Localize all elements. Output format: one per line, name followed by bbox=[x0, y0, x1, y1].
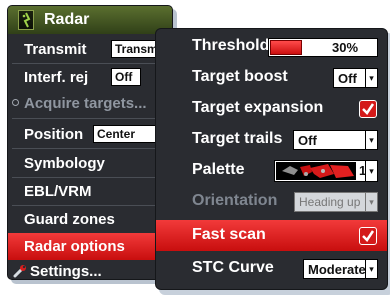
option-stc-curve[interactable]: STC Curve Moderate ▾ bbox=[156, 253, 387, 284]
menu-item-label: Acquire targets... bbox=[24, 95, 147, 112]
radar-menu: Radar Transmit Transm Interf. rej Off Ac… bbox=[7, 5, 173, 280]
stc-curve-value: Moderate bbox=[308, 262, 366, 277]
menu-item-interf-rej[interactable]: Interf. rej Off bbox=[8, 64, 172, 91]
dropdown-arrow-icon: ▾ bbox=[365, 193, 377, 211]
radio-circle-icon bbox=[12, 99, 19, 106]
orientation-value: Heading up bbox=[299, 195, 361, 209]
target-trails-dropdown[interactable]: Off ▾ bbox=[293, 130, 378, 150]
option-threshold[interactable]: Threshold 30% bbox=[156, 31, 387, 62]
threshold-slider-fill bbox=[270, 40, 303, 55]
orientation-label: Orientation bbox=[192, 192, 278, 209]
option-fast-scan[interactable]: Fast scan bbox=[156, 220, 387, 251]
menu-item-transmit[interactable]: Transmit Transm bbox=[8, 36, 172, 63]
dropdown-arrow-icon: ▾ bbox=[365, 131, 377, 149]
target-trails-label: Target trails bbox=[192, 130, 283, 147]
menu-item-label: Transmit bbox=[24, 41, 87, 58]
interf-rej-select[interactable]: Off bbox=[111, 68, 141, 86]
radar-options-panel: Threshold 30% Target boost Off ▾ Target … bbox=[155, 28, 388, 290]
fast-scan-label: Fast scan bbox=[192, 226, 266, 243]
menu-item-label: Position bbox=[24, 126, 84, 143]
menu-item-acquire-targets[interactable]: Acquire targets... bbox=[8, 90, 172, 117]
palette-swatch bbox=[276, 162, 356, 180]
palette-dropdown[interactable]: 1 ▾ bbox=[274, 160, 378, 182]
menu-item-position[interactable]: Position Center bbox=[8, 121, 172, 148]
wrench-icon bbox=[13, 264, 27, 279]
menu-item-label: EBL/VRM bbox=[24, 183, 92, 200]
threshold-slider[interactable]: 30% bbox=[268, 38, 378, 57]
menu-item-symbology[interactable]: Symbology bbox=[8, 150, 172, 177]
menu-item-label: Symbology bbox=[24, 155, 105, 172]
dropdown-arrow-icon: ▾ bbox=[365, 69, 377, 87]
fast-scan-checkbox[interactable] bbox=[359, 227, 377, 245]
target-boost-dropdown[interactable]: Off ▾ bbox=[333, 68, 378, 88]
target-boost-value: Off bbox=[338, 71, 357, 86]
divider bbox=[12, 148, 168, 149]
option-palette[interactable]: Palette 1 ▾ bbox=[156, 155, 387, 186]
option-target-trails[interactable]: Target trails Off ▾ bbox=[156, 124, 387, 155]
radar-icon bbox=[18, 10, 34, 30]
menu-item-settings[interactable]: Settings... bbox=[8, 258, 172, 280]
threshold-label: Threshold bbox=[192, 37, 270, 54]
target-expansion-checkbox[interactable] bbox=[359, 100, 377, 118]
threshold-value: 30% bbox=[332, 40, 359, 55]
menu-header: Radar bbox=[8, 6, 172, 34]
menu-item-label: Settings... bbox=[30, 263, 102, 280]
target-boost-label: Target boost bbox=[192, 68, 288, 85]
target-expansion-label: Target expansion bbox=[192, 99, 324, 116]
menu-item-label: Guard zones bbox=[24, 211, 115, 228]
option-orientation: Orientation Heading up ▾ bbox=[156, 186, 387, 217]
stc-curve-label: STC Curve bbox=[192, 259, 274, 276]
stc-curve-dropdown[interactable]: Moderate ▾ bbox=[303, 259, 378, 279]
option-target-boost[interactable]: Target boost Off ▾ bbox=[156, 62, 387, 93]
menu-item-guard-zones[interactable]: Guard zones bbox=[8, 206, 172, 233]
menu-item-label: Radar options bbox=[24, 238, 125, 255]
menu-title: Radar bbox=[44, 11, 90, 28]
menu-item-label: Interf. rej bbox=[24, 69, 89, 86]
dropdown-arrow-icon: ▾ bbox=[365, 161, 377, 181]
palette-label: Palette bbox=[192, 161, 245, 178]
option-target-expansion[interactable]: Target expansion bbox=[156, 93, 387, 124]
target-trails-value: Off bbox=[298, 133, 317, 148]
orientation-dropdown: Heading up ▾ bbox=[294, 192, 378, 212]
menu-item-ebl-vrm[interactable]: EBL/VRM bbox=[8, 178, 172, 205]
menu-item-radar-options[interactable]: Radar options bbox=[8, 233, 172, 260]
dropdown-arrow-icon: ▾ bbox=[365, 260, 377, 278]
divider bbox=[12, 118, 168, 119]
